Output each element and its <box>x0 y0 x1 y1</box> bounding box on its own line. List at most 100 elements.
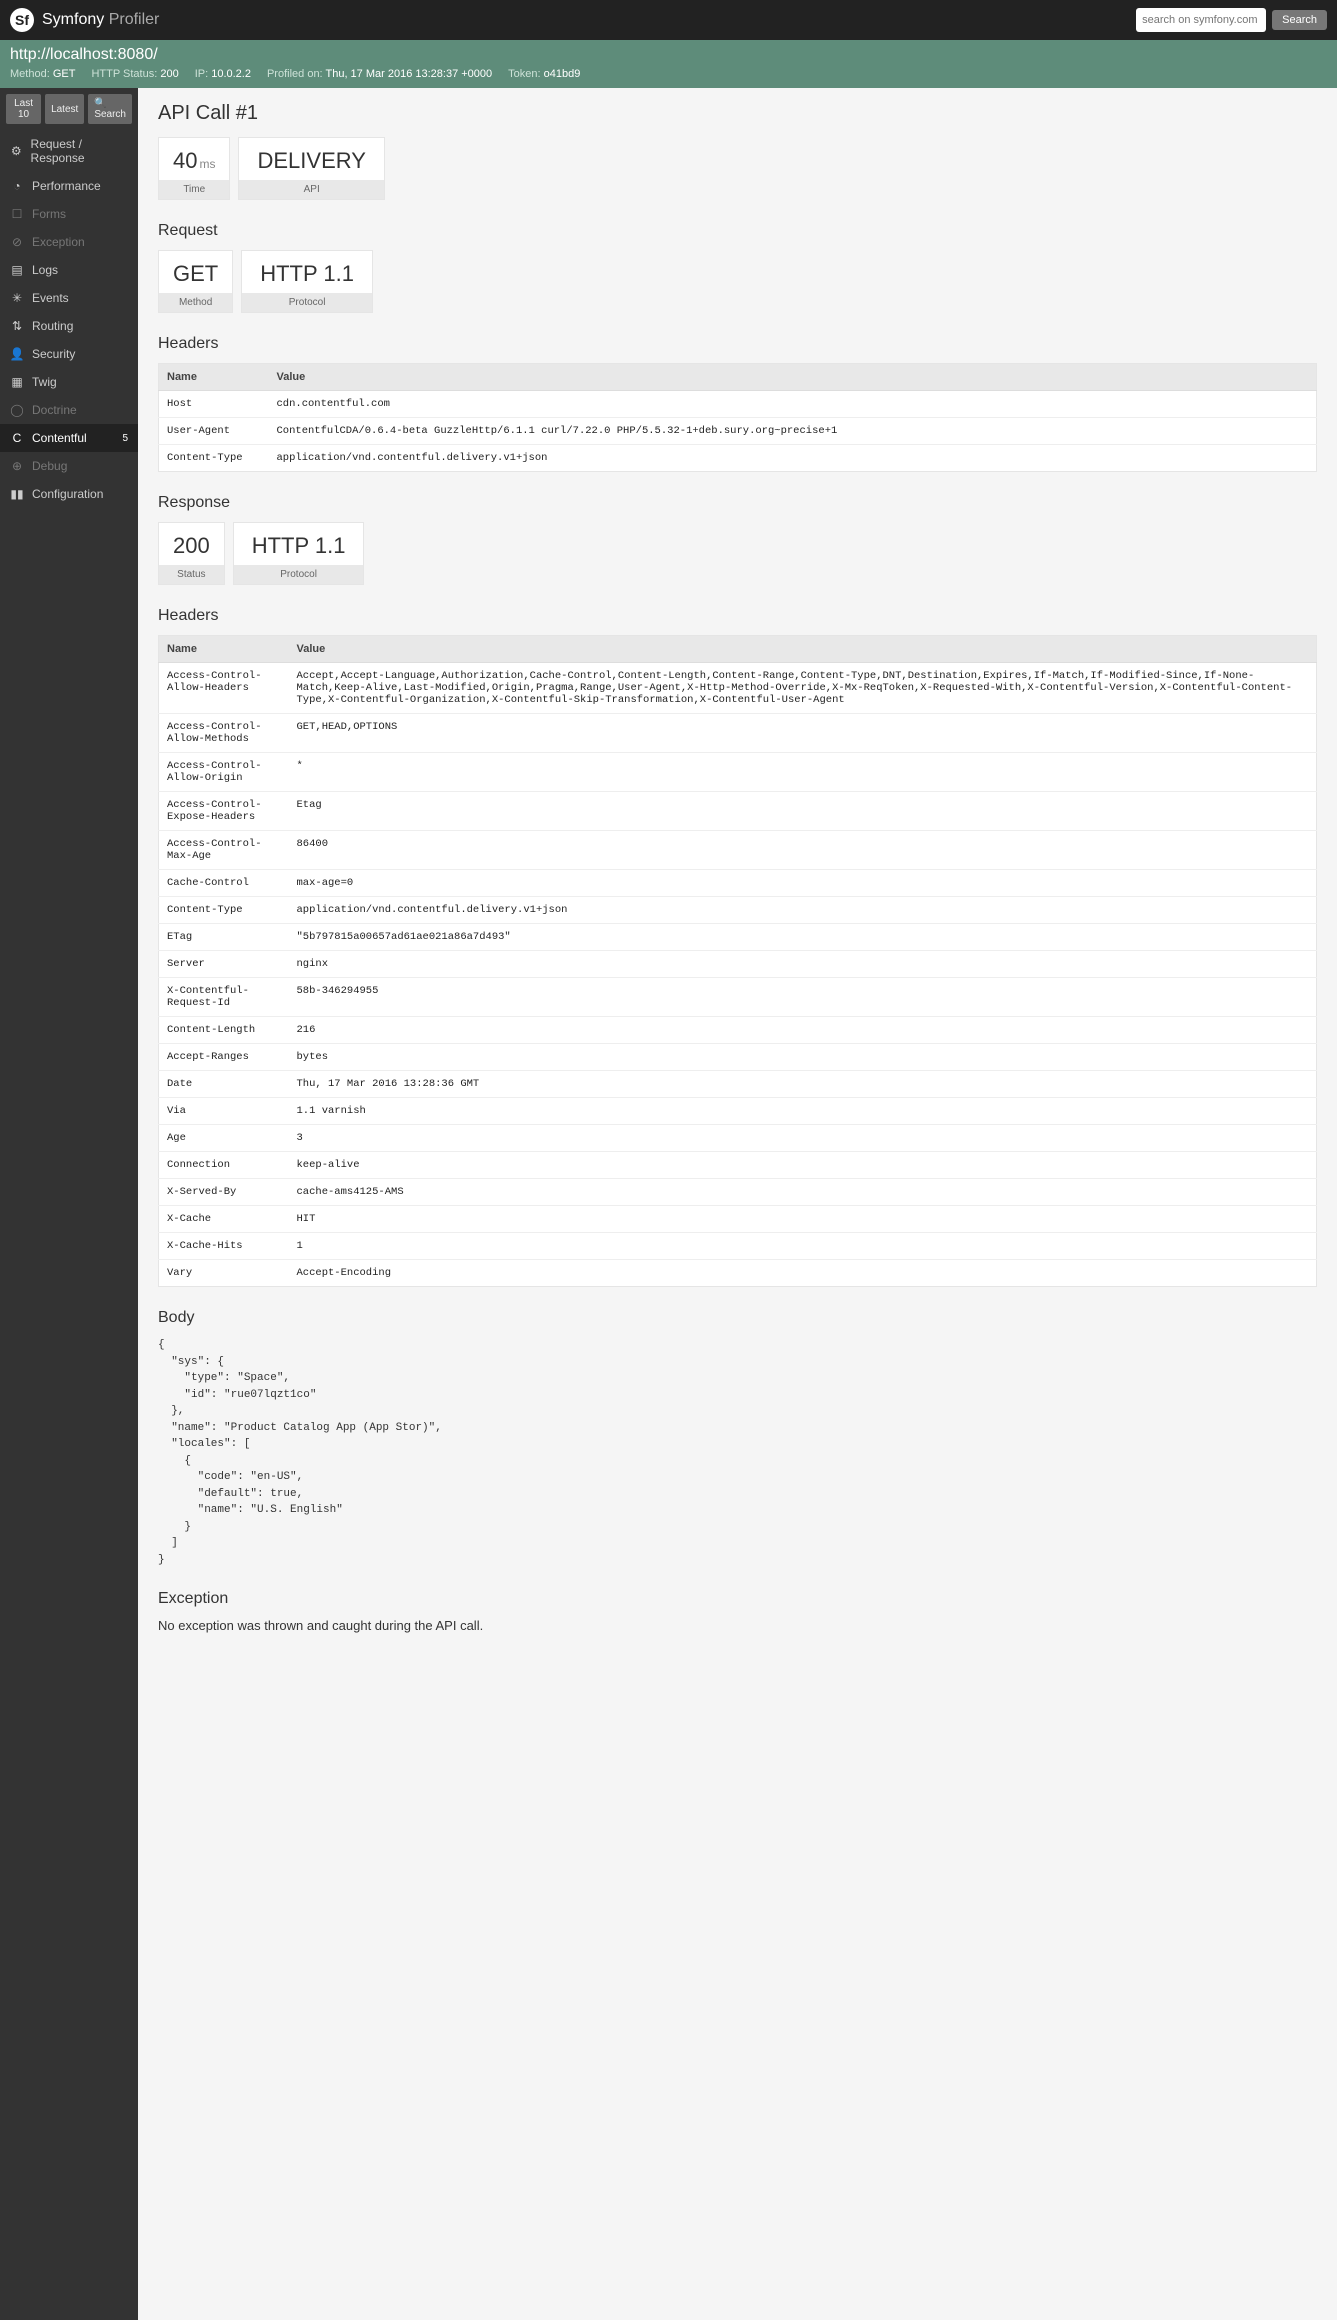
header-name: Content-Type <box>159 445 269 472</box>
exception-text: No exception was thrown and caught durin… <box>158 1618 1317 1633</box>
sidebar-item-label: Routing <box>32 319 73 333</box>
events-icon: ✳ <box>10 291 24 305</box>
table-row: ETag"5b797815a00657ad61ae021a86a7d493" <box>159 924 1317 951</box>
sidebar-item-label: Configuration <box>32 487 103 501</box>
table-row: Connectionkeep-alive <box>159 1152 1317 1179</box>
header-value: max-age=0 <box>289 870 1317 897</box>
logs-icon: ▤ <box>10 263 24 277</box>
summary-bar: http://localhost:8080/ Method: GET HTTP … <box>0 40 1337 88</box>
header-value: 1.1 varnish <box>289 1098 1317 1125</box>
table-row: DateThu, 17 Mar 2016 13:28:36 GMT <box>159 1071 1317 1098</box>
table-row: Accept-Rangesbytes <box>159 1044 1317 1071</box>
sidebar-item-label: Security <box>32 347 75 361</box>
header-value: Accept,Accept-Language,Authorization,Cac… <box>289 663 1317 714</box>
brand-main: Symfony <box>42 11 104 28</box>
response-body: { "sys": { "type": "Space", "id": "rue07… <box>158 1337 1317 1568</box>
body-heading: Body <box>158 1309 1317 1327</box>
sidebar-search-button[interactable]: 🔍 Search <box>88 94 132 124</box>
header-value: Accept-Encoding <box>289 1260 1317 1287</box>
header-value: 1 <box>289 1233 1317 1260</box>
header-value: 58b-346294955 <box>289 978 1317 1017</box>
header-name: Via <box>159 1098 289 1125</box>
header-value: bytes <box>289 1044 1317 1071</box>
meta-profiled: Profiled on: Thu, 17 Mar 2016 13:28:37 +… <box>267 68 492 80</box>
sidebar-item-routing[interactable]: ⇅ Routing <box>0 312 138 340</box>
metric-request-protocol: HTTP 1.1 Protocol <box>241 250 373 313</box>
header-name: Age <box>159 1125 289 1152</box>
sidebar-item-security[interactable]: 👤 Security <box>0 340 138 368</box>
table-row: Access-Control-Allow-MethodsGET,HEAD,OPT… <box>159 714 1317 753</box>
table-row: Cache-Controlmax-age=0 <box>159 870 1317 897</box>
sidebar-item-request-response[interactable]: ⚙Request / Response <box>0 130 138 172</box>
exception-heading: Exception <box>158 1590 1317 1608</box>
brand: Sf Symfony Profiler <box>10 8 159 32</box>
content: API Call #1 40ms Time DELIVERY API Reque… <box>138 88 1337 2320</box>
table-row: Content-Length216 <box>159 1017 1317 1044</box>
header-value: 216 <box>289 1017 1317 1044</box>
header-name: Access-Control-Expose-Headers <box>159 792 289 831</box>
symfony-logo-icon: Sf <box>10 8 34 32</box>
sidebar-item-debug[interactable]: ⊕ Debug <box>0 452 138 480</box>
header-value: "5b797815a00657ad61ae021a86a7d493" <box>289 924 1317 951</box>
page-title: API Call #1 <box>158 102 1317 125</box>
header-value: keep-alive <box>289 1152 1317 1179</box>
table-row: X-Cache-Hits1 <box>159 1233 1317 1260</box>
header-value: application/vnd.contentful.delivery.v1+j… <box>289 897 1317 924</box>
table-row: X-Served-Bycache-ams4125-AMS <box>159 1179 1317 1206</box>
sidebar-item-performance[interactable]: ◔Performance <box>0 172 138 200</box>
header-name: Content-Type <box>159 897 289 924</box>
contentful-icon: C <box>10 431 24 445</box>
meta-token: Token: o41bd9 <box>508 68 580 80</box>
configuration-icon: ▮▮ <box>10 487 24 501</box>
sidebar-item-forms[interactable]: ☐Forms <box>0 200 138 228</box>
header-value: HIT <box>289 1206 1317 1233</box>
header-name: X-Contentful-Request-Id <box>159 978 289 1017</box>
request-heading: Request <box>158 222 1317 240</box>
table-row: Access-Control-Allow-Origin* <box>159 753 1317 792</box>
header-value: Thu, 17 Mar 2016 13:28:36 GMT <box>289 1071 1317 1098</box>
response-headers-heading: Headers <box>158 607 1317 625</box>
header-name: Server <box>159 951 289 978</box>
header-name: Cache-Control <box>159 870 289 897</box>
exception-icon: ⊘ <box>10 235 24 249</box>
header-value: GET,HEAD,OPTIONS <box>289 714 1317 753</box>
header-name: Access-Control-Allow-Methods <box>159 714 289 753</box>
sidebar-item-events[interactable]: ✳ Events <box>0 284 138 312</box>
th-value: Value <box>269 364 1317 391</box>
header-value: * <box>289 753 1317 792</box>
meta-status: HTTP Status: 200 <box>91 68 178 80</box>
table-row: User-AgentContentfulCDA/0.6.4-beta Guzzl… <box>159 418 1317 445</box>
debug-icon: ⊕ <box>10 459 24 473</box>
topbar-search: Search <box>1136 8 1327 32</box>
sidebar-item-doctrine[interactable]: ◯Doctrine <box>0 396 138 424</box>
security-icon: 👤 <box>10 347 24 361</box>
sidebar-item-label: Performance <box>32 179 101 193</box>
table-row: Content-Typeapplication/vnd.contentful.d… <box>159 445 1317 472</box>
request-headers-table: Name Value Hostcdn.contentful.comUser-Ag… <box>158 363 1317 472</box>
sidebar-item-configuration[interactable]: ▮▮ Configuration <box>0 480 138 508</box>
sidebar-item-label: Events <box>32 291 69 305</box>
table-row: VaryAccept-Encoding <box>159 1260 1317 1287</box>
latest-button[interactable]: Latest <box>45 94 84 124</box>
sidebar-item-label: Twig <box>32 375 57 389</box>
sidebar-item-label: Debug <box>32 459 67 473</box>
header-value: 3 <box>289 1125 1317 1152</box>
header-name: Connection <box>159 1152 289 1179</box>
table-row: X-CacheHIT <box>159 1206 1317 1233</box>
search-button[interactable]: Search <box>1272 10 1327 30</box>
response-heading: Response <box>158 494 1317 512</box>
th-name: Name <box>159 636 289 663</box>
header-name: ETag <box>159 924 289 951</box>
routing-icon: ⇅ <box>10 319 24 333</box>
header-name: User-Agent <box>159 418 269 445</box>
last10-button[interactable]: Last 10 <box>6 94 41 124</box>
metric-api: DELIVERY API <box>238 137 384 200</box>
sidebar-item-exception[interactable]: ⊘Exception <box>0 228 138 256</box>
response-headers-table: Name Value Access-Control-Allow-HeadersA… <box>158 635 1317 1287</box>
sidebar-item-contentful[interactable]: CContentful5 <box>0 424 138 452</box>
sidebar: Last 10 Latest 🔍 Search ⚙Request / Respo… <box>0 88 138 2320</box>
header-name: X-Served-By <box>159 1179 289 1206</box>
search-input[interactable] <box>1136 8 1266 32</box>
sidebar-item-logs[interactable]: ▤Logs <box>0 256 138 284</box>
sidebar-item-twig[interactable]: ▦Twig <box>0 368 138 396</box>
